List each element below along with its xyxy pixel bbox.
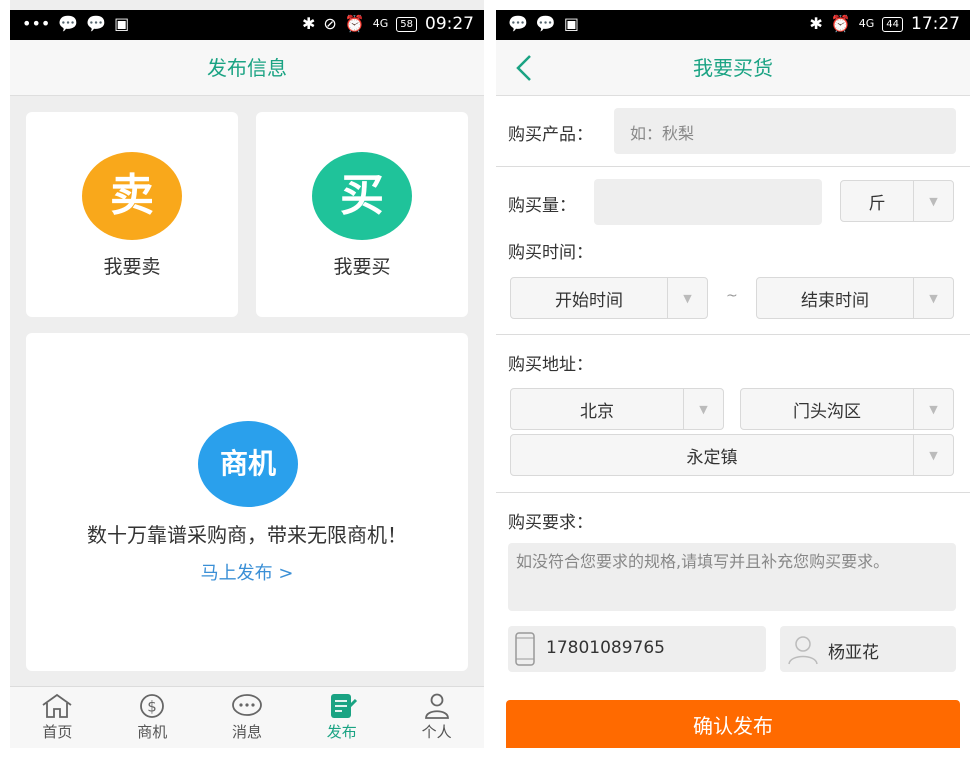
buy-goods-screen: 💬 💬 ▣ ✱ ⏰ 4G 44 17:27 我要买货 购买产品： 如：秋梨 购买…	[496, 0, 970, 748]
title-bar: 发布信息	[10, 40, 484, 96]
tab-publish[interactable]: 发布	[294, 687, 389, 748]
alarm-icon: ⏰	[344, 14, 365, 33]
wechat-icon: 💬	[58, 14, 79, 33]
product-label: 购买产品：	[508, 125, 593, 145]
alarm-icon: ⏰	[830, 14, 851, 33]
requirement-placeholder: 如没符合您要求的规格,请填写并且补充您购买要求。	[516, 552, 890, 571]
phone-icon	[515, 632, 535, 666]
svg-text:$: $	[147, 698, 157, 716]
tab-profile-label: 个人	[421, 723, 452, 741]
image-icon: ▣	[114, 14, 130, 33]
town-select[interactable]: 永定镇 ▼	[510, 434, 954, 476]
mute-icon: ⊘	[323, 14, 337, 33]
wechat-icon-2: 💬	[86, 14, 107, 33]
start-time-select[interactable]: 开始时间 ▼	[510, 277, 708, 319]
product-placeholder: 如：秋梨	[630, 124, 695, 143]
district-value: 门头沟区	[793, 401, 861, 422]
wechat-icon: 💬	[508, 14, 528, 33]
page-title: 我要买货	[693, 56, 773, 80]
phone-field[interactable]: 17801089765	[508, 626, 766, 672]
divider	[496, 492, 970, 493]
dollar-icon: $	[140, 694, 165, 718]
person-icon	[788, 636, 818, 665]
district-select[interactable]: 门头沟区 ▼	[740, 388, 954, 430]
status-time: 17:27	[911, 14, 960, 34]
signal-icon: 4G	[372, 17, 389, 30]
publish-now-link[interactable]: 马上发布 >	[26, 559, 468, 585]
requirement-label: 购买要求：	[508, 513, 593, 533]
time-label: 购买时间：	[508, 243, 593, 263]
product-input[interactable]: 如：秋梨	[614, 108, 956, 154]
contact-name-value: 杨亚花	[828, 643, 879, 663]
publish-screen: ••• 💬 💬 ▣ ✱ ⊘ ⏰ 4G 58 09:27 发布信息 卖 我要卖 买…	[10, 0, 484, 748]
dropdown-arrow-icon: ▼	[913, 181, 953, 221]
sell-label: 我要卖	[103, 256, 161, 278]
end-time-select[interactable]: 结束时间 ▼	[756, 277, 954, 319]
status-bar: 💬 💬 ▣ ✱ ⏰ 4G 44 17:27	[496, 10, 970, 40]
town-value: 永定镇	[686, 447, 738, 468]
image-icon: ▣	[563, 14, 579, 33]
dropdown-arrow-icon: ▼	[913, 389, 953, 429]
publish-icon	[330, 694, 357, 718]
unit-value: 斤	[868, 193, 886, 214]
dropdown-arrow-icon: ▼	[913, 435, 953, 475]
tab-publish-label: 发布	[326, 723, 357, 741]
page-title: 发布信息	[207, 56, 287, 80]
confirm-publish-button[interactable]: 确认发布	[506, 700, 960, 748]
tab-home[interactable]: 首页	[10, 687, 105, 748]
unit-select[interactable]: 斤 ▼	[840, 180, 954, 222]
dropdown-arrow-icon: ▼	[913, 278, 953, 318]
signal-icon: 4G	[858, 17, 875, 30]
tab-opportunity-label: 商机	[137, 723, 168, 741]
contact-name-field[interactable]: 杨亚花	[780, 626, 956, 672]
sell-icon: 卖	[82, 152, 182, 240]
wechat-icon-2: 💬	[535, 14, 556, 33]
phone-value: 17801089765	[546, 638, 665, 658]
person-icon	[424, 693, 449, 719]
time-range-tilde: ~	[726, 288, 738, 304]
address-label: 购买地址：	[508, 355, 593, 375]
title-bar: 我要买货	[496, 40, 970, 96]
dropdown-arrow-icon: ▼	[683, 389, 723, 429]
more-dots-icon: •••	[22, 14, 51, 33]
status-bar: ••• 💬 💬 ▣ ✱ ⊘ ⏰ 4G 58 09:27	[10, 10, 484, 40]
requirement-textarea[interactable]: 如没符合您要求的规格,请填写并且补充您购买要求。	[508, 543, 956, 611]
buy-icon: 买	[312, 152, 412, 240]
bottom-tab-bar: 首页 $ 商机 消息 发布 个人	[10, 686, 484, 748]
quantity-input[interactable]	[594, 179, 822, 225]
quantity-label: 购买量：	[508, 196, 576, 216]
tab-home-label: 首页	[42, 723, 73, 741]
opportunity-card: 商机 数十万靠谱采购商，带来无限商机！ 马上发布 >	[26, 333, 468, 671]
end-time-value: 结束时间	[801, 290, 869, 311]
battery-icon: 44	[882, 16, 903, 32]
home-icon	[42, 693, 72, 718]
tab-opportunity[interactable]: $ 商机	[105, 687, 200, 748]
message-icon	[232, 694, 262, 716]
tab-messages-label: 消息	[231, 723, 262, 741]
city-select[interactable]: 北京 ▼	[510, 388, 724, 430]
buy-card[interactable]: 买 我要买	[256, 112, 468, 317]
battery-icon: 58	[396, 16, 417, 32]
start-time-value: 开始时间	[555, 290, 623, 311]
divider	[496, 166, 970, 167]
opportunity-icon: 商机	[198, 421, 298, 507]
tab-profile[interactable]: 个人	[389, 687, 484, 748]
sell-card[interactable]: 卖 我要卖	[26, 112, 238, 317]
opportunity-text: 数十万靠谱采购商，带来无限商机！	[87, 523, 407, 547]
dropdown-arrow-icon: ▼	[667, 278, 707, 318]
back-arrow-icon[interactable]	[510, 48, 540, 88]
status-time: 09:27	[425, 14, 474, 34]
divider	[496, 334, 970, 335]
tab-messages[interactable]: 消息	[200, 687, 295, 748]
buy-label: 我要买	[333, 256, 391, 278]
bluetooth-icon: ✱	[302, 14, 316, 33]
bluetooth-icon: ✱	[809, 14, 823, 33]
city-value: 北京	[580, 401, 614, 422]
